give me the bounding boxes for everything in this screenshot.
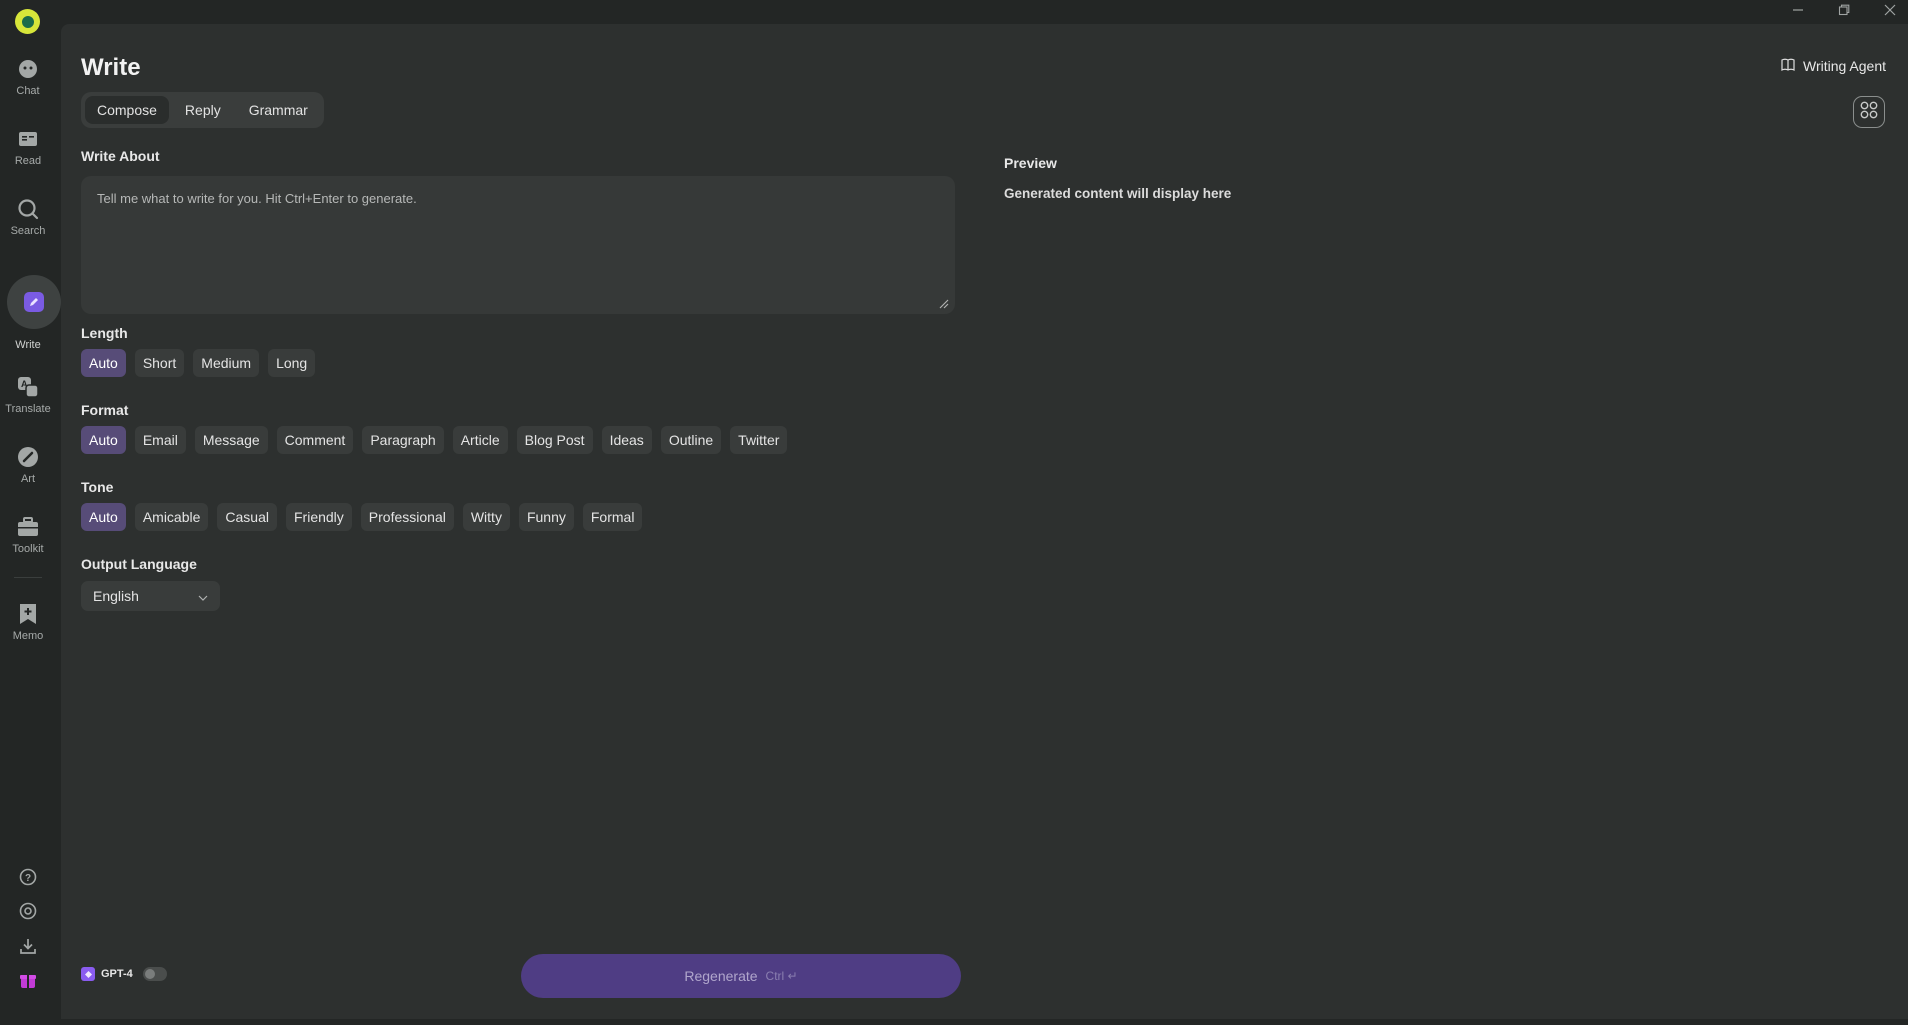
tone-option-casual[interactable]: Casual [217, 503, 277, 531]
sidebar-item-translate[interactable]: A Translate [0, 366, 56, 424]
resize-handle-icon[interactable] [937, 296, 949, 309]
app-window: Chat Read Search Write A Translate Art T… [0, 0, 1908, 1025]
sidebar-item-read[interactable]: Read [0, 118, 56, 176]
length-option-auto[interactable]: Auto [81, 349, 126, 377]
model-toggle[interactable] [142, 967, 167, 981]
app-logo[interactable] [15, 9, 40, 34]
art-icon [16, 445, 40, 469]
sidebar-item-label: Chat [16, 85, 40, 97]
tone-option-professional[interactable]: Professional [360, 503, 454, 531]
model-selector[interactable]: GPT-4 [81, 967, 167, 981]
length-option-short[interactable]: Short [134, 349, 185, 377]
tab-reply[interactable]: Reply [173, 96, 233, 124]
main-panel: Write Compose Reply Grammar Writing Agen… [61, 24, 1908, 1019]
preview-title: Preview [1004, 155, 1057, 171]
toolkit-icon [16, 515, 40, 539]
help-icon[interactable]: ? [18, 867, 38, 887]
sidebar-item-write[interactable]: Write [0, 275, 61, 351]
tone-option-friendly[interactable]: Friendly [286, 503, 352, 531]
book-icon [1781, 58, 1795, 74]
output-language-select[interactable]: English [81, 581, 220, 611]
sidebar-item-label: Translate [5, 403, 51, 415]
tab-compose[interactable]: Compose [85, 96, 169, 124]
active-indicator [7, 275, 61, 329]
download-icon[interactable] [18, 936, 38, 956]
page-title: Write [81, 54, 141, 81]
format-label: Format [81, 402, 129, 418]
output-language-label: Output Language [81, 556, 197, 572]
memo-icon [16, 602, 40, 626]
writing-agent-button[interactable]: Writing Agent [1781, 58, 1886, 74]
tone-options: Auto Amicable Casual Friendly Profession… [81, 503, 643, 531]
tone-label: Tone [81, 479, 114, 495]
grid-icon [1860, 101, 1878, 124]
tone-option-auto[interactable]: Auto [81, 503, 126, 531]
regenerate-label: Regenerate [684, 968, 758, 984]
regenerate-button[interactable]: Regenerate Ctrl ↵ [521, 954, 961, 998]
sidebar-item-label: Memo [12, 630, 44, 642]
format-option-blog-post[interactable]: Blog Post [516, 426, 593, 454]
preview-placeholder: Generated content will display here [1004, 186, 1232, 201]
format-option-article[interactable]: Article [452, 426, 508, 454]
sidebar-divider [14, 577, 42, 578]
sidebar-item-label: Search [10, 225, 46, 237]
minimize-button[interactable] [1783, 3, 1813, 21]
sidebar-item-toolkit[interactable]: Toolkit [0, 506, 56, 564]
chevron-down-icon [198, 588, 208, 604]
close-button[interactable] [1875, 3, 1905, 21]
format-options: Auto Email Message Comment Paragraph Art… [81, 426, 788, 454]
gpt4-icon [81, 967, 95, 981]
write-icon [24, 292, 44, 312]
length-options: Auto Short Medium Long [81, 349, 316, 377]
format-option-twitter[interactable]: Twitter [730, 426, 788, 454]
mode-tabs: Compose Reply Grammar [81, 92, 324, 128]
gift-icon[interactable] [18, 970, 38, 990]
sidebar-item-label: Toolkit [12, 543, 44, 555]
format-option-ideas[interactable]: Ideas [601, 426, 652, 454]
sidebar-item-label: Art [20, 473, 36, 485]
minimize-icon [1792, 3, 1804, 21]
tone-option-formal[interactable]: Formal [582, 503, 643, 531]
tone-option-witty[interactable]: Witty [462, 503, 510, 531]
tone-option-amicable[interactable]: Amicable [134, 503, 209, 531]
length-option-medium[interactable]: Medium [193, 349, 260, 377]
close-icon [1884, 3, 1896, 21]
format-option-comment[interactable]: Comment [276, 426, 354, 454]
model-label: GPT-4 [101, 968, 133, 980]
regenerate-shortcut-hint: Ctrl ↵ [765, 969, 798, 983]
format-option-email[interactable]: Email [134, 426, 186, 454]
settings-icon[interactable] [18, 901, 38, 921]
tone-option-funny[interactable]: Funny [518, 503, 574, 531]
output-language-value: English [93, 588, 139, 604]
translate-icon: A [16, 375, 40, 399]
sidebar-item-art[interactable]: Art [0, 436, 56, 494]
write-about-label: Write About [81, 148, 160, 164]
format-option-auto[interactable]: Auto [81, 426, 126, 454]
sidebar-item-label: Write [15, 339, 41, 351]
sidebar-item-memo[interactable]: Memo [0, 593, 56, 651]
tab-grammar[interactable]: Grammar [237, 96, 320, 124]
restore-button[interactable] [1829, 3, 1859, 21]
restore-icon [1838, 3, 1850, 21]
length-option-long[interactable]: Long [268, 349, 316, 377]
sidebar: Chat Read Search Write A Translate Art T… [0, 0, 61, 1025]
write-about-input[interactable] [81, 176, 955, 314]
read-icon [16, 127, 40, 151]
svg-text:?: ? [25, 873, 31, 884]
format-option-outline[interactable]: Outline [660, 426, 722, 454]
format-option-paragraph[interactable]: Paragraph [362, 426, 444, 454]
search-icon [16, 197, 40, 221]
writing-agent-label: Writing Agent [1802, 58, 1886, 74]
length-label: Length [81, 325, 128, 341]
sidebar-item-chat[interactable]: Chat [0, 48, 56, 106]
chat-icon [16, 57, 40, 81]
sidebar-item-label: Read [14, 155, 42, 167]
sidebar-item-search[interactable]: Search [0, 188, 56, 246]
format-option-message[interactable]: Message [194, 426, 268, 454]
apps-grid-button[interactable] [1853, 96, 1885, 128]
